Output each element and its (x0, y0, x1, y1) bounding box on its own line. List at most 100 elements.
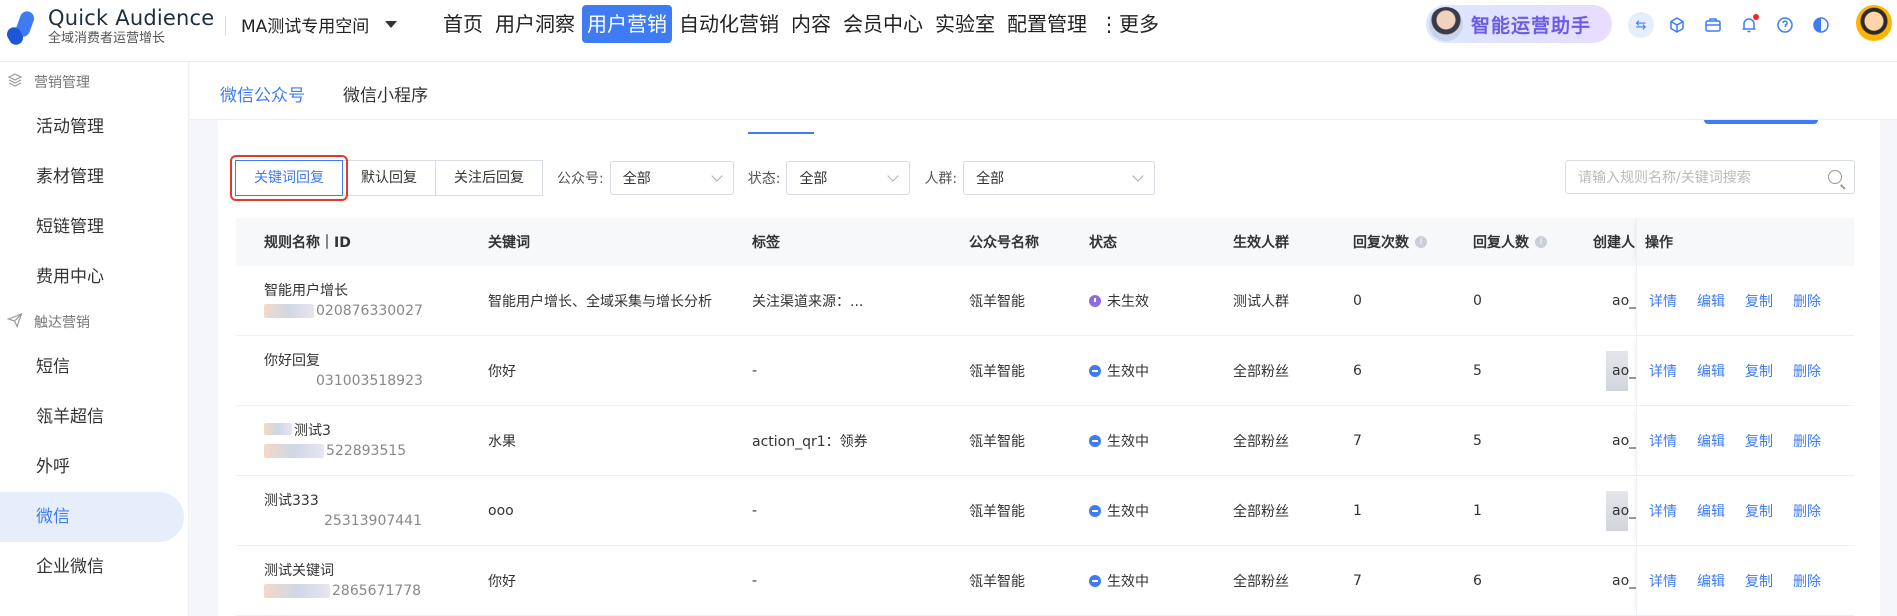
segment-keyword-reply[interactable]: 关键词回复 (230, 155, 348, 201)
briefcase-icon[interactable] (1700, 12, 1726, 38)
sidebar-item-activity[interactable]: 活动管理 (0, 102, 188, 152)
account-cell: 瓴羊智能 (969, 573, 1025, 590)
nav-item-lab[interactable]: 实验室 (930, 5, 1000, 43)
creator-cell: ao_ (1612, 292, 1637, 309)
sidebar-item-wecom[interactable]: 企业微信 (0, 542, 188, 592)
status-badge: 生效中 (1107, 503, 1149, 520)
delete-link[interactable]: 删除 (1793, 431, 1821, 451)
reply-count-cell: 7 (1353, 432, 1362, 449)
main-content-card: 关键词回复 默认回复 关注后回复 公众号: 全部 状态: 全部 人群: 全部 请… (218, 120, 1880, 616)
copy-link[interactable]: 复制 (1745, 501, 1773, 521)
cube-icon[interactable] (1664, 12, 1690, 38)
segment-default-reply[interactable]: 默认回复 (342, 160, 436, 196)
segment-follow-reply[interactable]: 关注后回复 (435, 160, 543, 196)
status-cell: 生效中 (1089, 476, 1149, 545)
status-badge: 生效中 (1107, 363, 1149, 380)
rule-name: 智能用户增长 (264, 282, 348, 299)
segment-label: 关键词回复 (254, 170, 324, 186)
sidebar-item-outbound-call[interactable]: 外呼 (0, 442, 188, 492)
redacted-block (264, 422, 292, 435)
nav-item-insight[interactable]: 用户洞察 (490, 5, 580, 43)
delete-link[interactable]: 删除 (1793, 361, 1821, 381)
copy-link[interactable]: 复制 (1745, 291, 1773, 311)
sidebar-item-cost[interactable]: 费用中心 (0, 252, 188, 302)
col-reply-count-label: 回复次数 (1353, 235, 1409, 251)
delete-link[interactable]: 删除 (1793, 501, 1821, 521)
edit-link[interactable]: 编辑 (1697, 571, 1725, 591)
copy-link[interactable]: 复制 (1745, 571, 1773, 591)
detail-link[interactable]: 详情 (1649, 361, 1677, 381)
crowd-cell: 全部粉丝 (1233, 363, 1289, 380)
info-icon[interactable]: i (1415, 236, 1427, 248)
edit-link[interactable]: 编辑 (1697, 501, 1725, 521)
nav-item-marketing[interactable]: 用户营销 (582, 5, 672, 43)
rule-search-input[interactable]: 请输入规则名称/关键词搜索 (1565, 160, 1855, 194)
caret-down-icon (385, 20, 398, 28)
account-cell: 瓴羊智能 (969, 503, 1025, 520)
rule-name-cell: 智能用户增长 020876330027 (264, 266, 423, 335)
sidebar-item-material[interactable]: 素材管理 (0, 152, 188, 202)
action-group: 详情 编辑 复制 删除 (1649, 266, 1841, 335)
detail-link[interactable]: 详情 (1649, 501, 1677, 521)
active-status-icon (1089, 504, 1101, 517)
nav-item-more[interactable]: ⋮更多 (1094, 5, 1164, 43)
sidebar-item-shortlink[interactable]: 短链管理 (0, 202, 188, 252)
app-logo[interactable]: Quick Audience 全域消费者运营增长 (4, 6, 214, 48)
user-avatar[interactable] (1856, 5, 1892, 41)
copy-link[interactable]: 复制 (1745, 361, 1773, 381)
copy-link[interactable]: 复制 (1745, 431, 1773, 451)
search-placeholder: 请输入规则名称/关键词搜索 (1578, 170, 1751, 186)
nav-item-automation[interactable]: 自动化营销 (674, 5, 784, 43)
primary-button-edge[interactable] (1704, 120, 1818, 124)
account-cell: 瓴羊智能 (969, 363, 1025, 380)
help-icon[interactable] (1772, 12, 1798, 38)
nav-item-home[interactable]: 首页 (438, 5, 488, 43)
theme-icon[interactable] (1808, 12, 1834, 38)
sidebar-item-sms[interactable]: 短信 (0, 342, 188, 392)
nav-item-member[interactable]: 会员中心 (838, 5, 928, 43)
detail-link[interactable]: 详情 (1649, 291, 1677, 311)
sidebar-group-label: 营销管理 (34, 75, 90, 91)
sidebar-item-super-msg[interactable]: 瓴羊超信 (0, 392, 188, 442)
edit-link[interactable]: 编辑 (1697, 361, 1725, 381)
ai-assistant-button[interactable]: 智能运营助手 (1426, 5, 1612, 43)
status-select[interactable]: 全部 (786, 161, 911, 195)
tag-cell: 关注渠道来源：... (752, 293, 864, 310)
tab-wechat-mini-program[interactable]: 微信小程序 (343, 81, 428, 106)
tab-wechat-official-account[interactable]: 微信公众号 (220, 81, 305, 106)
detail-link[interactable]: 详情 (1649, 571, 1677, 591)
reply-count-cell: 6 (1353, 362, 1362, 379)
nav-item-content[interactable]: 内容 (786, 5, 836, 43)
search-icon[interactable] (1828, 170, 1842, 184)
detail-link[interactable]: 详情 (1649, 431, 1677, 451)
bell-icon[interactable] (1736, 12, 1762, 38)
rule-id-text: 031003518923 (316, 372, 423, 389)
rule-id: 522893515 (264, 441, 406, 461)
sidebar-group-label: 触达营销 (34, 315, 90, 331)
account-select-value: 全部 (622, 171, 651, 187)
action-group: 详情 编辑 复制 删除 (1649, 406, 1841, 475)
delete-link[interactable]: 删除 (1793, 571, 1821, 591)
rule-id-text: 020876330027 (316, 302, 423, 319)
rules-table: 规则名称｜ID 关键词 标签 公众号名称 状态 生效人群 回复次数 i 回复人数… (236, 218, 1854, 616)
crowd-filter-label: 人群: (924, 171, 958, 187)
rule-id: 2865671778 (264, 581, 421, 601)
crowd-select[interactable]: 全部 (963, 161, 1156, 195)
sidebar-item-wechat[interactable]: 微信 (0, 492, 184, 542)
table-header: 规则名称｜ID 关键词 标签 公众号名称 状态 生效人群 回复次数 i 回复人数… (236, 218, 1854, 266)
swap-icon[interactable]: ⇆ (1628, 12, 1654, 38)
col-reply-users: 回复人数 i (1473, 218, 1547, 266)
rule-id: 031003518923 (264, 371, 423, 391)
row-actions: 详情 编辑 复制 删除 (1636, 406, 1854, 475)
info-icon[interactable]: i (1535, 236, 1547, 248)
active-status-icon (1089, 364, 1101, 377)
nav-item-config[interactable]: 配置管理 (1002, 5, 1092, 43)
edit-link[interactable]: 编辑 (1697, 291, 1725, 311)
workspace-selector[interactable]: MA测试专用空间 (241, 11, 398, 37)
edit-link[interactable]: 编辑 (1697, 431, 1725, 451)
redacted-block (264, 373, 314, 388)
delete-link[interactable]: 删除 (1793, 291, 1821, 311)
col-account: 公众号名称 (969, 235, 1039, 251)
rule-name: 你好回复 (264, 352, 320, 369)
account-select[interactable]: 全部 (609, 161, 734, 195)
